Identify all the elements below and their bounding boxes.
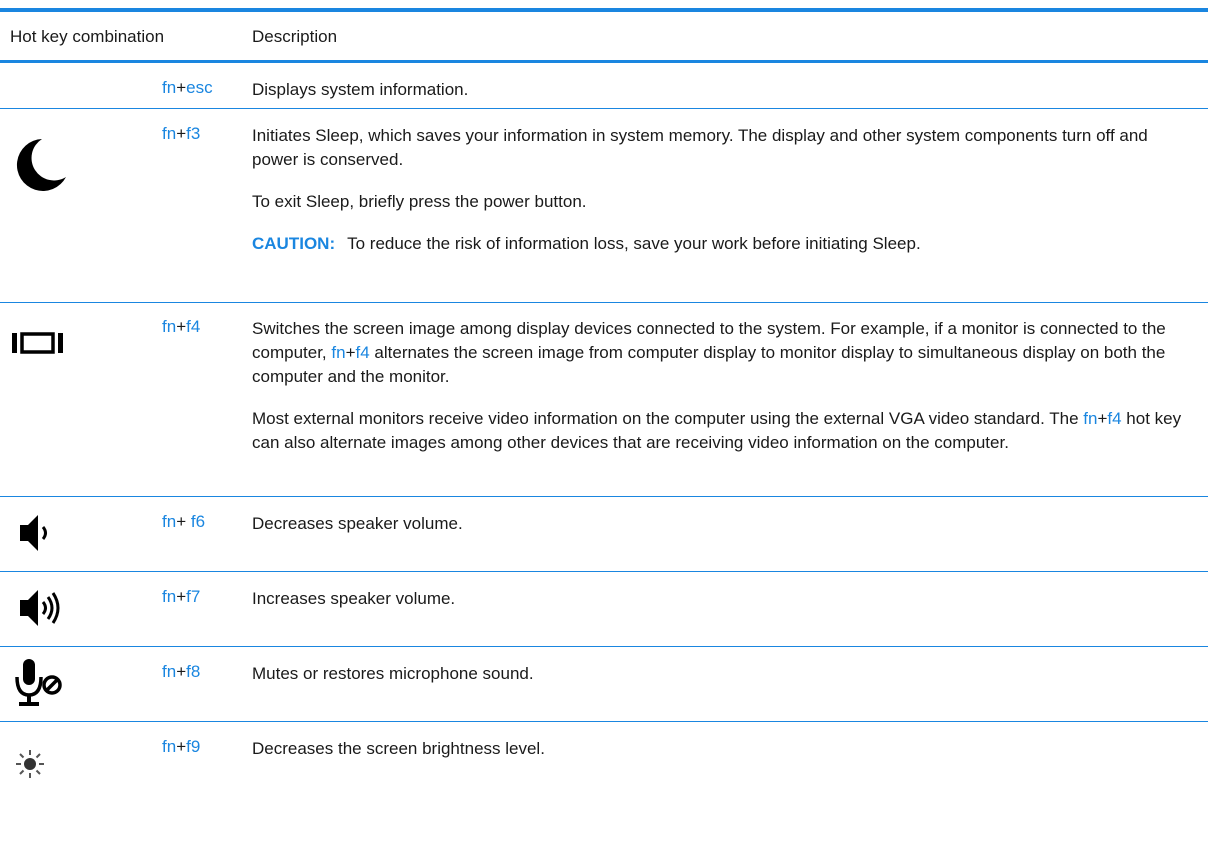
inline-key-plus: +	[1097, 409, 1108, 428]
hotkey-fn-f3: fn+f3	[162, 124, 200, 144]
key-f9: f9	[186, 737, 201, 756]
key-f3: f3	[186, 124, 201, 143]
key-plus: +	[176, 662, 187, 681]
key-f7: f7	[186, 587, 201, 606]
desc-text: Decreases the screen brightness level.	[252, 739, 545, 758]
description-fn-esc: Displays system information.	[252, 78, 1192, 102]
table-row-fn-f9: fn+f9 Decreases the screen brightness le…	[0, 722, 1208, 858]
key-fn: fn	[162, 78, 177, 97]
inline-key-plus: +	[345, 343, 356, 362]
desc-text: Displays system information.	[252, 80, 469, 99]
caution-label: CAUTION:	[252, 234, 336, 253]
mic-mute-icon	[10, 655, 80, 715]
key-f6: f6	[190, 512, 206, 531]
volume-down-icon	[10, 509, 80, 569]
key-fn: fn	[162, 737, 177, 756]
desc-sleep-p2: To exit Sleep, briefly press the power b…	[252, 192, 587, 211]
header-hotkey-combination: Hot key combination	[10, 27, 165, 46]
desc-display-p1: Switches the screen image among display …	[252, 317, 1192, 389]
table-row-fn-f3: fn+f3 Initiates Sleep, which saves your …	[0, 109, 1208, 302]
inline-key-f4: f4	[1107, 409, 1122, 428]
hotkey-fn-f7: fn+f7	[162, 587, 200, 607]
key-plus: +	[176, 587, 187, 606]
table-row-fn-f7: fn+f7 Increases speaker volume.	[0, 572, 1208, 646]
caution-note: CAUTION: To reduce the risk of informatio…	[252, 232, 1192, 256]
description-fn-f4: Switches the screen image among display …	[252, 317, 1192, 473]
description-fn-f9: Decreases the screen brightness level.	[252, 737, 1192, 761]
desc-text: Mutes or restores microphone sound.	[252, 664, 534, 683]
inline-key-fn: fn	[1083, 409, 1098, 428]
description-fn-f6: Decreases speaker volume.	[252, 512, 1192, 536]
table-header: Hot key combination Description	[0, 12, 1208, 61]
desc-sleep-p1: Initiates Sleep, which saves your inform…	[252, 126, 1148, 169]
display-switch-icon	[10, 323, 80, 383]
key-plus: +	[176, 124, 187, 143]
key-fn: fn	[162, 662, 177, 681]
hotkey-fn-f8: fn+f8	[162, 662, 200, 682]
table-row-fn-f8: fn+f8 Mutes or restores microphone sound…	[0, 647, 1208, 721]
key-fn: fn	[162, 512, 177, 531]
hotkey-fn-f6: fn+ f6	[162, 512, 205, 532]
key-plus: +	[176, 512, 191, 531]
table-row-fn-f6: fn+ f6 Decreases speaker volume.	[0, 497, 1208, 571]
inline-key-fn: fn	[331, 343, 346, 362]
description-fn-f7: Increases speaker volume.	[252, 587, 1192, 611]
hotkey-fn-f4: fn+f4	[162, 317, 200, 337]
volume-up-icon	[10, 584, 80, 644]
table-row-fn-esc: fn+esc Displays system information.	[0, 63, 1208, 108]
hotkey-fn-f9: fn+f9	[162, 737, 200, 757]
key-fn: fn	[162, 587, 177, 606]
key-f8: f8	[186, 662, 201, 681]
key-f4: f4	[186, 317, 201, 336]
moon-icon	[10, 133, 80, 193]
hotkey-fn-esc: fn+esc	[162, 78, 213, 98]
key-fn: fn	[162, 124, 177, 143]
key-esc: esc	[186, 78, 213, 97]
header-description: Description	[252, 27, 338, 46]
description-fn-f8: Mutes or restores microphone sound.	[252, 662, 1192, 686]
desc-text: Decreases speaker volume.	[252, 514, 463, 533]
key-plus: +	[176, 737, 187, 756]
desc-text: Most external monitors receive video inf…	[252, 409, 1084, 428]
key-fn: fn	[162, 317, 177, 336]
brightness-down-icon	[10, 744, 80, 804]
key-plus: +	[176, 317, 187, 336]
inline-key-f4: f4	[355, 343, 370, 362]
caution-text: To reduce the risk of information loss, …	[347, 234, 921, 253]
key-plus: +	[176, 78, 187, 97]
table-row-fn-f4: fn+f4 Switches the screen image among di…	[0, 303, 1208, 496]
description-fn-f3: Initiates Sleep, which saves your inform…	[252, 124, 1192, 274]
desc-display-p2: Most external monitors receive video inf…	[252, 407, 1192, 455]
desc-text: alternates the screen image from compute…	[252, 343, 1166, 386]
desc-text: Increases speaker volume.	[252, 589, 456, 608]
